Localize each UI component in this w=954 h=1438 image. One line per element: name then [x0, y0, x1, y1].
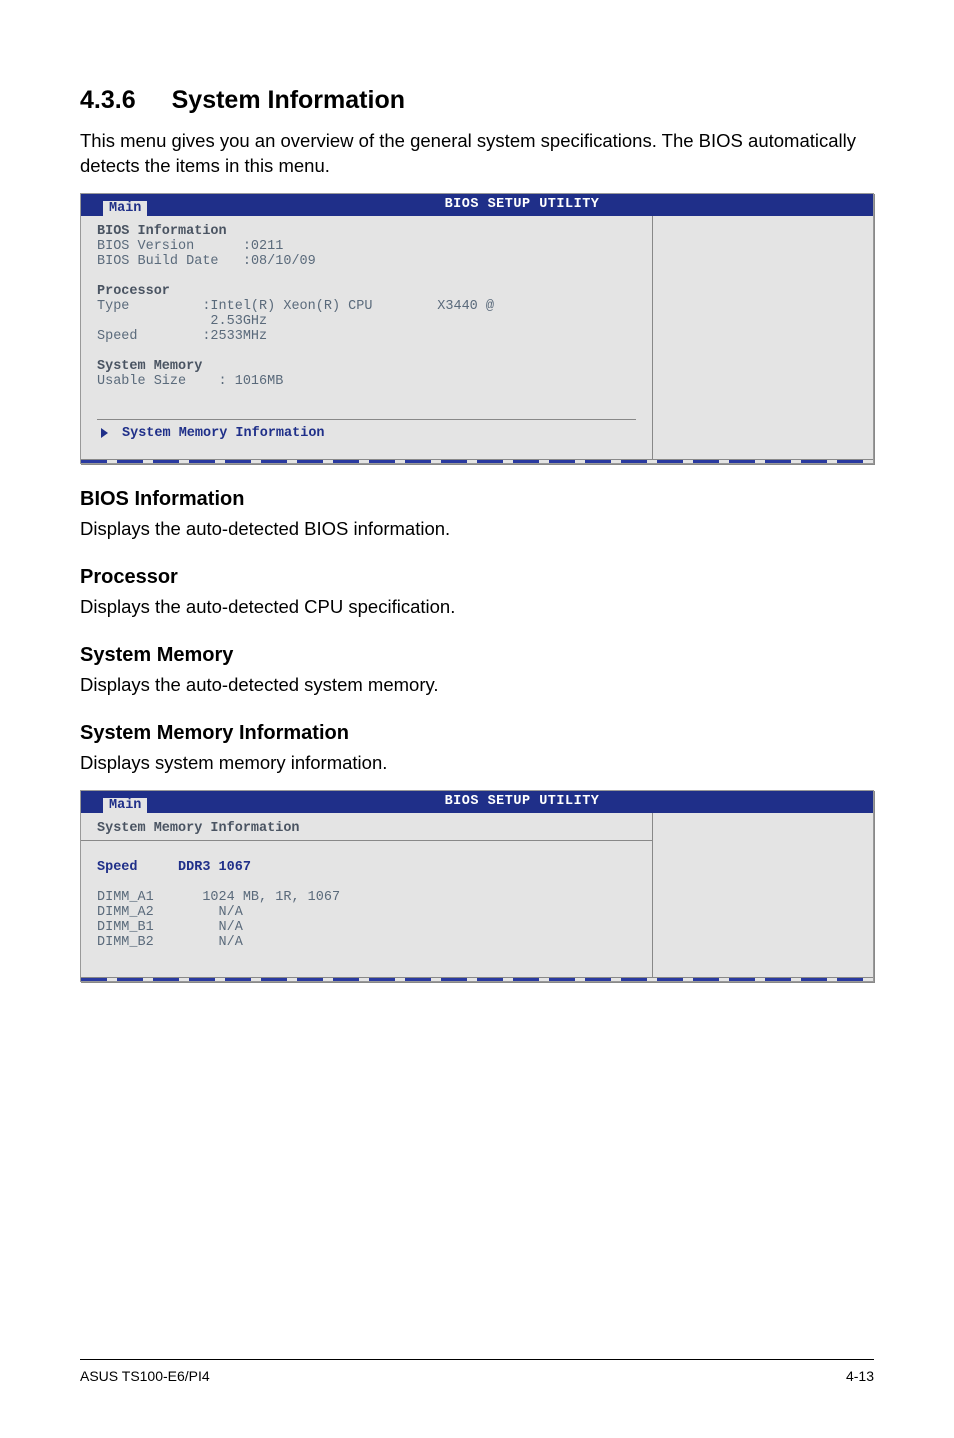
- speed-value-2: DDR3 1067: [178, 860, 251, 875]
- dimm-slot: DIMM_A2: [97, 905, 154, 920]
- bios-tab-main[interactable]: Main: [103, 201, 147, 216]
- dimm-value: N/A: [202, 935, 243, 950]
- smi-heading: System Memory Information: [97, 821, 300, 836]
- panel-divider-2: [81, 977, 873, 981]
- subheading-bios-info: BIOS Information: [80, 488, 874, 511]
- dimm-value: 1024 MB, 1R, 1067: [202, 890, 340, 905]
- subheading-sysmem: System Memory: [80, 644, 874, 667]
- type-value: :Intel(R) Xeon(R) CPU X3440 @ 2.53GHz: [97, 299, 494, 329]
- paragraph-bios-info: Displays the auto-detected BIOS informat…: [80, 517, 874, 542]
- section-number: 4.3.6: [80, 86, 136, 115]
- dimm-slot: DIMM_B2: [97, 935, 154, 950]
- bios-info-heading: BIOS Information: [97, 224, 227, 239]
- paragraph-processor: Displays the auto-detected CPU specifica…: [80, 595, 874, 620]
- bios-body: BIOS Information BIOS Version :0211 BIOS…: [81, 216, 873, 459]
- speed-value: :2533MHz: [202, 329, 267, 344]
- divider-line: [81, 840, 652, 841]
- bios-content-left: BIOS Information BIOS Version :0211 BIOS…: [81, 216, 653, 459]
- bios-version-value: :0211: [243, 239, 284, 254]
- section-heading: 4.3.6 System Information: [80, 86, 874, 115]
- submenu-label: System Memory Information: [122, 426, 325, 441]
- speed-label: Speed: [97, 329, 138, 344]
- processor-heading: Processor: [97, 284, 170, 299]
- bios-title: BIOS SETUP UTILITY: [445, 197, 600, 212]
- footer-right: 4-13: [846, 1368, 874, 1384]
- bios-header-2: BIOS SETUP UTILITY Main: [81, 791, 873, 813]
- dimm-value: N/A: [202, 905, 243, 920]
- triangle-right-icon: [101, 428, 108, 438]
- submenu-system-memory-info[interactable]: System Memory Information: [97, 419, 636, 447]
- section-title: System Information: [172, 86, 405, 114]
- paragraph-smi: Displays system memory information.: [80, 751, 874, 776]
- bios-panel-main: BIOS SETUP UTILITY Main BIOS Information…: [80, 193, 874, 464]
- bios-panel-smi: BIOS SETUP UTILITY Main System Memory In…: [80, 790, 874, 982]
- bios-content-left-2: System Memory Information Speed DDR3 106…: [81, 813, 653, 977]
- subheading-processor: Processor: [80, 566, 874, 589]
- bios-build-value: :08/10/09: [243, 254, 316, 269]
- bios-help-panel-2: [653, 813, 873, 977]
- bios-build-label: BIOS Build Date: [97, 254, 219, 269]
- subheading-smi: System Memory Information: [80, 722, 874, 745]
- page-footer: ASUS TS100-E6/PI4 4-13: [80, 1359, 874, 1384]
- sysmem-heading: System Memory: [97, 359, 202, 374]
- dimm-slot: DIMM_A1: [97, 890, 154, 905]
- bios-title-2: BIOS SETUP UTILITY: [445, 794, 600, 809]
- bios-version-label: BIOS Version: [97, 239, 194, 254]
- footer-left: ASUS TS100-E6/PI4: [80, 1368, 210, 1384]
- panel-divider: [81, 459, 873, 463]
- paragraph-sysmem: Displays the auto-detected system memory…: [80, 673, 874, 698]
- bios-tab-main-2[interactable]: Main: [103, 798, 147, 813]
- type-label: Type: [97, 299, 129, 314]
- bios-help-panel: [653, 216, 873, 459]
- dimm-value: N/A: [202, 920, 243, 935]
- section-intro: This menu gives you an overview of the g…: [80, 129, 874, 179]
- bios-body-2: System Memory Information Speed DDR3 106…: [81, 813, 873, 977]
- dimm-slot: DIMM_B1: [97, 920, 154, 935]
- speed-label-2: Speed: [97, 860, 138, 875]
- usable-value: : 1016MB: [219, 374, 284, 389]
- usable-label: Usable Size: [97, 374, 186, 389]
- bios-header: BIOS SETUP UTILITY Main: [81, 194, 873, 216]
